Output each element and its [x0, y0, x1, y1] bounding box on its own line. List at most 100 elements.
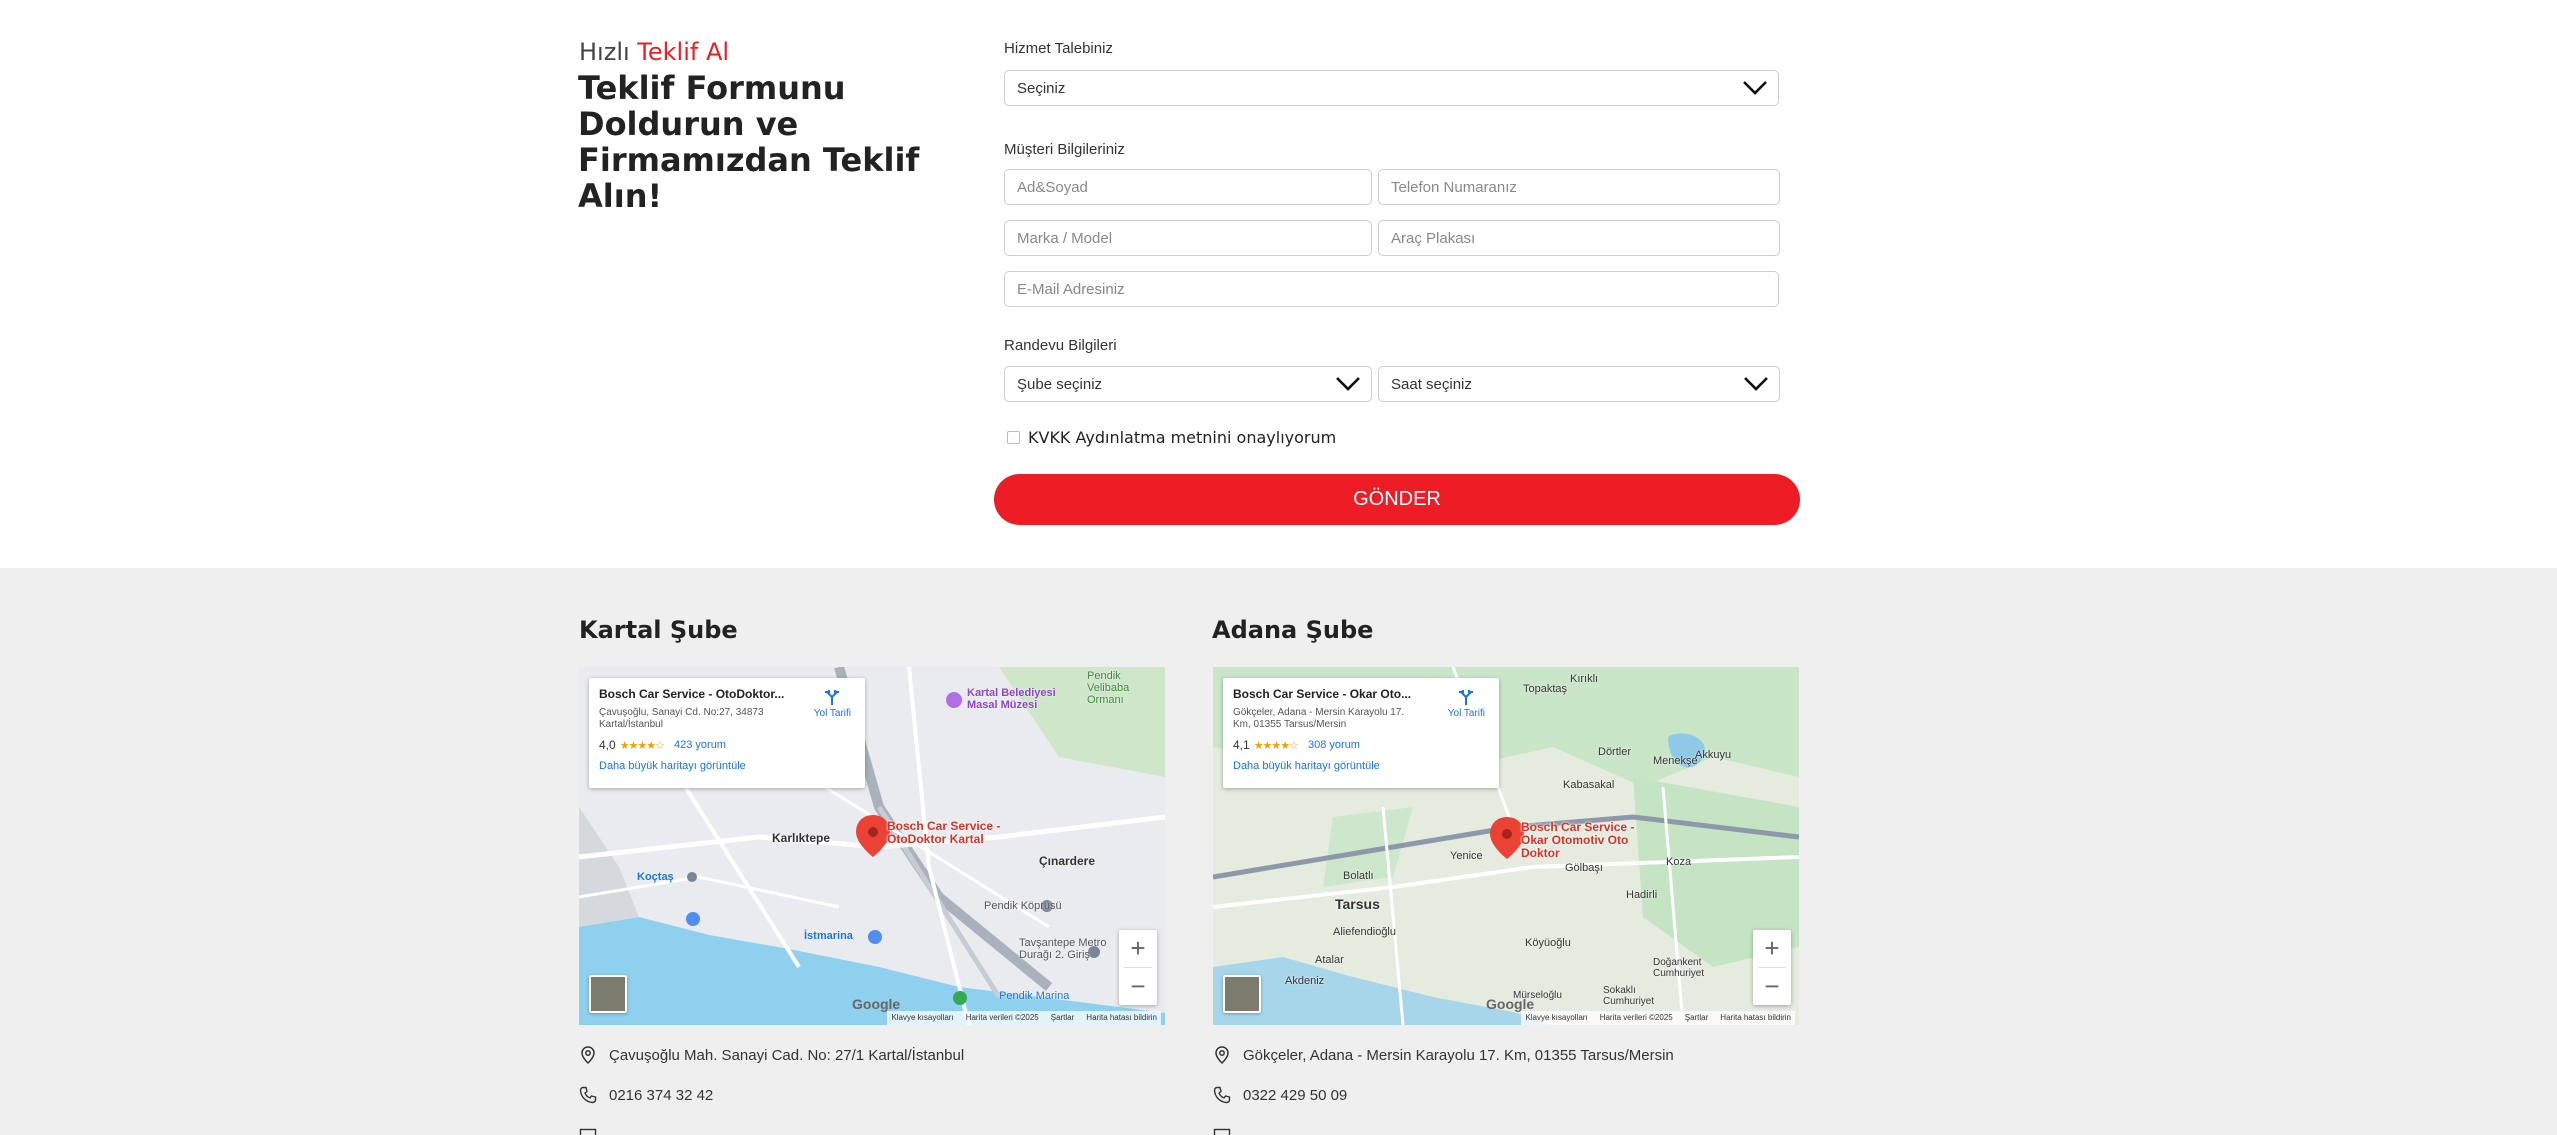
- directions-label: Yol Tarifi: [1447, 708, 1485, 719]
- map-data-text: Harita verileri ©2025: [1599, 1013, 1673, 1022]
- adana-email: [1213, 1126, 1231, 1135]
- kartal-pin-label: Bosch Car Service - OtoDoktor Kartal: [887, 819, 1001, 846]
- rating-value: 4,0: [599, 738, 616, 752]
- place-label: Gölbaşı: [1565, 862, 1603, 874]
- phone-input[interactable]: [1378, 169, 1780, 205]
- adana-address: Gökçeler, Adana - Mersin Karayolu 17. Km…: [1213, 1046, 1674, 1065]
- kartal-branch-title: Kartal Şube: [579, 616, 738, 644]
- directions-label: Yol Tarifi: [813, 708, 851, 719]
- time-select[interactable]: Saat seçiniz: [1378, 366, 1780, 402]
- place-label: Yenice: [1450, 850, 1483, 862]
- place-label: Aliefendioğlu: [1333, 926, 1396, 938]
- reviews-link[interactable]: 308 yorum: [1308, 739, 1360, 751]
- submit-button[interactable]: GÖNDER: [994, 474, 1800, 525]
- place-label: Pendik Velibaba Ormanı: [1087, 670, 1130, 706]
- kicker-plain: Hızlı: [579, 38, 630, 66]
- appointment-label: Randevu Bilgileri: [1004, 337, 1117, 354]
- place-name: Bosch Car Service - OtoDoktor...: [599, 687, 785, 701]
- adana-branch-title: Adana Şube: [1212, 616, 1374, 644]
- satellite-layer-button[interactable]: [589, 975, 627, 1013]
- phone-icon: [579, 1086, 597, 1104]
- directions-button[interactable]: Yol Tarifi: [1448, 688, 1485, 719]
- kvkk-consent[interactable]: KVKK Aydınlatma metnini onaylıyorum: [1007, 428, 1336, 447]
- branches-section: Kartal Şube Bosch Car Service - OtoDokto…: [0, 568, 2557, 1135]
- adana-map[interactable]: Bosch Car Service - Okar Otomotiv Oto Do…: [1213, 667, 1799, 1025]
- place-label: İstmarina: [804, 930, 853, 942]
- directions-icon: [1457, 688, 1475, 706]
- name-input[interactable]: [1004, 169, 1372, 205]
- form-title: Teklif Formunu Doldurun ve Firmamızdan T…: [578, 69, 920, 215]
- service-select[interactable]: Seçiniz: [1004, 70, 1779, 106]
- map-attribution: Klavye kısayolları Harita verileri ©2025…: [887, 1011, 1161, 1025]
- satellite-layer-button[interactable]: [1223, 975, 1261, 1013]
- kvkk-label: KVKK Aydınlatma metnini onaylıyorum: [1028, 428, 1337, 447]
- place-label: Kırıklı: [1570, 673, 1599, 685]
- location-pin-icon: [579, 1046, 597, 1065]
- terms-link[interactable]: Şartlar: [1685, 1013, 1709, 1023]
- adana-phone[interactable]: 0322 429 50 09: [1213, 1086, 1347, 1104]
- location-pin-icon: [1213, 1046, 1231, 1065]
- mail-icon: [1213, 1126, 1231, 1135]
- map-attribution: Klavye kısayolları Harita verileri ©2025…: [1521, 1011, 1795, 1025]
- zoom-in-button[interactable]: +: [1753, 930, 1791, 967]
- report-error-link[interactable]: Harita hatası bildirin: [1720, 1013, 1791, 1023]
- place-label: Çınardere: [1039, 854, 1096, 868]
- model-input[interactable]: [1004, 220, 1372, 256]
- chevron-down-icon: [1335, 376, 1361, 392]
- place-address: Gökçeler, Adana - Mersin Karayolu 17. Km…: [1233, 707, 1405, 730]
- place-label: Koza: [1666, 856, 1692, 868]
- rating-stars: ★★★★☆: [1253, 739, 1299, 752]
- place-label: Menekşe: [1653, 755, 1698, 767]
- branch-select[interactable]: Şube seçiniz: [1004, 366, 1372, 402]
- adana-zoom-control: + −: [1753, 930, 1791, 1005]
- rating-value: 4,1: [1233, 738, 1250, 752]
- zoom-out-button[interactable]: −: [1753, 968, 1791, 1005]
- place-label: Kartal Belediyesi Masal Müzesi: [967, 687, 1056, 711]
- keyboard-shortcuts-link[interactable]: Klavye kısayolları: [1525, 1013, 1587, 1023]
- address-text: Gökçeler, Adana - Mersin Karayolu 17. Km…: [1243, 1046, 1674, 1064]
- phone-icon: [1213, 1086, 1231, 1104]
- place-rating: 4,1 ★★★★☆ 308 yorum: [1233, 738, 1489, 752]
- zoom-in-button[interactable]: +: [1119, 930, 1157, 967]
- kartal-email: [579, 1126, 597, 1135]
- place-label: Doğankent Cumhuriyet: [1653, 957, 1705, 979]
- place-label: Pendik Marina: [999, 990, 1070, 1002]
- place-label: Atalar: [1315, 954, 1344, 966]
- quote-form-section: Hızlı Teklif Al Teklif Formunu Doldurun …: [0, 0, 2557, 568]
- reviews-link[interactable]: 423 yorum: [674, 739, 726, 751]
- kartal-phone[interactable]: 0216 374 32 42: [579, 1086, 713, 1104]
- branch-select-value: Şube seçiniz: [1017, 375, 1103, 393]
- plate-input[interactable]: [1378, 220, 1780, 256]
- kartal-place-card: Bosch Car Service - OtoDoktor... Çavuşoğ…: [589, 678, 865, 788]
- zoom-out-button[interactable]: −: [1119, 968, 1157, 1005]
- place-address: Çavuşoğlu, Sanayi Cd. No:27, 34873 Karta…: [599, 707, 764, 730]
- adana-place-card: Bosch Car Service - Okar Oto... Gökçeler…: [1223, 678, 1499, 788]
- place-label: Akdeniz: [1285, 975, 1325, 987]
- place-label: Bolatlı: [1343, 870, 1374, 882]
- place-label: Pendik Köprüsü: [984, 900, 1062, 912]
- google-logo: Google: [1486, 996, 1535, 1012]
- keyboard-shortcuts-link[interactable]: Klavye kısayolları: [891, 1013, 953, 1023]
- rating-stars: ★★★★☆: [619, 739, 665, 752]
- kartal-map[interactable]: Bosch Car Service - OtoDoktor Kartal Kar…: [579, 667, 1165, 1025]
- bigger-map-link[interactable]: Daha büyük haritayı görüntüle: [1233, 760, 1489, 772]
- bigger-map-link[interactable]: Daha büyük haritayı görüntüle: [599, 760, 855, 772]
- directions-button[interactable]: Yol Tarifi: [814, 688, 851, 719]
- phone-text: 0216 374 32 42: [609, 1086, 714, 1104]
- place-label: Sokaklı Cumhuriyet: [1603, 985, 1655, 1007]
- terms-link[interactable]: Şartlar: [1051, 1013, 1075, 1023]
- address-text: Çavuşoğlu Mah. Sanayi Cad. No: 27/1 Kart…: [609, 1046, 965, 1064]
- place-label: Hadirli: [1626, 889, 1658, 901]
- place-label: Karlıktepe: [772, 831, 831, 845]
- kvkk-checkbox[interactable]: [1007, 431, 1020, 444]
- time-select-value: Saat seçiniz: [1391, 375, 1472, 393]
- report-error-link[interactable]: Harita hatası bildirin: [1086, 1013, 1157, 1023]
- place-label: Koçtaş: [637, 871, 674, 883]
- service-label: Hizmet Talebiniz: [1004, 40, 1113, 57]
- google-logo: Google: [852, 996, 901, 1012]
- map-data-text: Harita verileri ©2025: [965, 1013, 1039, 1022]
- email-input[interactable]: [1004, 271, 1779, 307]
- place-label: Kabasakal: [1563, 779, 1615, 791]
- place-label: Topaktaş: [1523, 683, 1568, 695]
- place-label: Dörtler: [1598, 746, 1632, 758]
